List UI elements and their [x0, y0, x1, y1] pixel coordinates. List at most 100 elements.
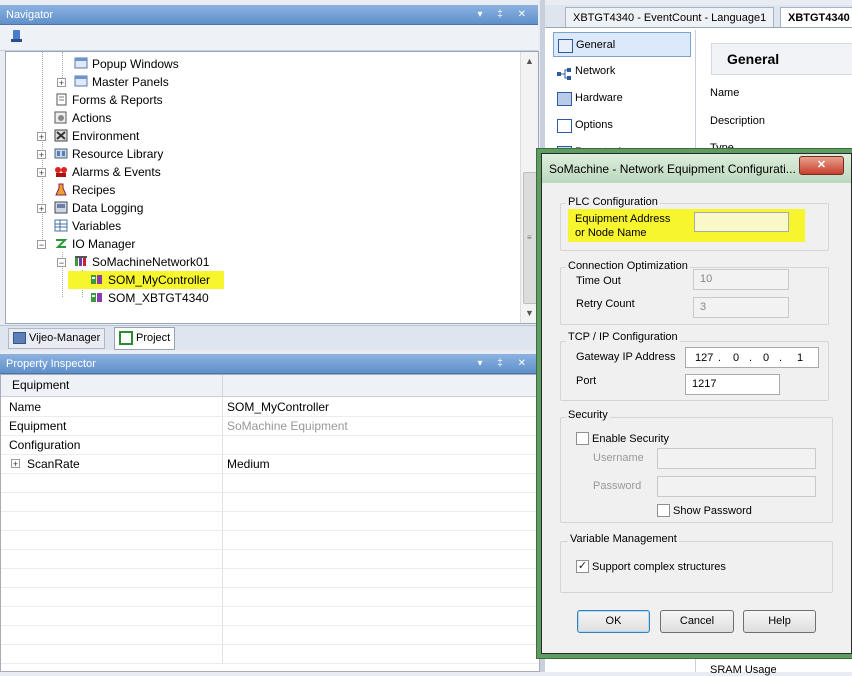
expand-alarms-events[interactable]: +	[37, 168, 46, 178]
password-label: Password	[593, 480, 642, 492]
tab-vijeo-manager[interactable]: Vijeo-Manager	[8, 328, 106, 349]
property-grid[interactable]: Equipment Name SOM_MyController Equipment…	[0, 374, 540, 672]
tab-xbtgt4340[interactable]: XBTGT4340 -	[780, 7, 852, 27]
tree-item-alarms-events[interactable]: Alarms & Events	[54, 163, 161, 181]
label-description: Description	[710, 115, 766, 127]
show-password-checkbox[interactable]	[657, 504, 670, 517]
tree-item-data-logging[interactable]: Data Logging	[54, 199, 143, 217]
property-inspector-title-bar: Property Inspector ▾ ‡ ✕	[0, 354, 538, 374]
expand-data-logging[interactable]: +	[37, 204, 46, 214]
timeout-label: Time Out	[576, 275, 621, 287]
tree-scrollbar[interactable]: ▲ ≡ ▼	[520, 52, 538, 323]
properties-icon[interactable]	[11, 29, 23, 43]
actions-icon	[54, 111, 68, 124]
password-input[interactable]	[657, 476, 816, 497]
port-input[interactable]: 1217	[685, 374, 780, 395]
equipment-address-label-1: Equipment Address	[575, 213, 671, 225]
tree-item-recipes[interactable]: Recipes	[54, 181, 115, 199]
expand-scanrate[interactable]: +	[11, 459, 20, 469]
property-inspector-window-buttons[interactable]: ▾ ‡ ✕	[477, 354, 532, 374]
equipment-address-label-2: or Node Name	[575, 227, 647, 239]
tab-project[interactable]: Project	[114, 327, 176, 350]
retry-count-label: Retry Count	[576, 298, 635, 310]
tree-item-variables[interactable]: Variables	[54, 217, 121, 235]
timeout-input[interactable]: 10	[693, 269, 789, 290]
tree-item-somachine-network[interactable]: SoMachineNetwork01	[74, 253, 209, 271]
support-complex-label: Support complex structures	[592, 561, 726, 573]
label-name: Name	[710, 87, 740, 99]
security-group-label: Security	[566, 409, 610, 421]
plc-group-label: PLC Configuration	[566, 196, 660, 208]
document-tab-bar: XBTGT4340 - EventCount - Language1 XBTGT…	[545, 5, 852, 28]
ip-octet-4[interactable]: 1	[797, 349, 803, 367]
vijeo-manager-icon	[13, 332, 26, 345]
general-heading: General	[727, 51, 780, 67]
expand-resource-library[interactable]: +	[37, 150, 46, 160]
tree-item-actions[interactable]: Actions	[54, 109, 111, 127]
scroll-down-icon[interactable]: ▼	[525, 308, 534, 318]
ip-octet-1[interactable]: 127	[695, 349, 713, 367]
general-icon	[558, 39, 573, 53]
project-icon	[119, 331, 133, 346]
tree-item-io-manager[interactable]: IO Manager	[54, 235, 135, 253]
dialog-close-button[interactable]: ✕	[799, 156, 844, 175]
controller-icon	[90, 291, 104, 304]
help-button[interactable]: Help	[743, 610, 816, 633]
enable-security-checkbox[interactable]	[576, 432, 589, 445]
username-input[interactable]	[657, 448, 816, 469]
navigator-window-buttons[interactable]: ▾ ‡ ✕	[477, 5, 532, 25]
navigator-tab-strip: Vijeo-Manager Project	[0, 325, 538, 350]
expand-environment[interactable]: +	[37, 132, 46, 142]
property-inspector-title: Property Inspector	[6, 358, 96, 370]
property-grid-header: Equipment	[1, 375, 539, 397]
tree-item-som-mycontroller[interactable]: SOM_MyController	[68, 271, 224, 289]
navigator-title: Navigator	[6, 9, 54, 21]
scroll-thumb[interactable]: ≡	[523, 172, 537, 304]
retry-count-input[interactable]: 3	[693, 297, 789, 318]
ok-button[interactable]: OK	[577, 610, 650, 633]
tree-item-popup-windows[interactable]: Popup Windows	[74, 55, 179, 73]
show-password-label: Show Password	[673, 505, 752, 517]
grid-icon	[54, 219, 68, 232]
tree-item-som-xbtgt4340[interactable]: SOM_XBTGT4340	[90, 289, 209, 307]
nav-network[interactable]: Network	[553, 59, 691, 84]
var-group-label: Variable Management	[568, 533, 679, 545]
username-label: Username	[593, 452, 644, 464]
network-equipment-dialog: SoMachine - Network Equipment Configurat…	[541, 153, 852, 654]
collapse-io-manager[interactable]: −	[37, 240, 46, 250]
network-icon	[74, 255, 88, 268]
port-label: Port	[576, 375, 597, 387]
gateway-ip-label: Gateway IP Address	[576, 351, 676, 363]
enable-security-label: Enable Security	[592, 433, 670, 445]
navigator-tree[interactable]: ▲ ≡ ▼ Popup Windows + Master Panels Form…	[5, 51, 539, 324]
tree-item-master-panels[interactable]: Master Panels	[74, 73, 169, 91]
io-icon	[54, 237, 68, 250]
tree-item-environment[interactable]: Environment	[54, 127, 139, 145]
equipment-address-input[interactable]	[694, 212, 789, 232]
navigator-toolbar	[0, 25, 538, 51]
property-row-scanrate[interactable]: + ScanRate Medium	[1, 455, 539, 474]
nav-general[interactable]: General	[553, 32, 691, 57]
support-complex-checkbox[interactable]: ✓	[576, 560, 589, 573]
collapse-somachine-network[interactable]: −	[57, 258, 66, 268]
cancel-button[interactable]: Cancel	[660, 610, 734, 633]
scroll-up-icon[interactable]: ▲	[525, 56, 534, 66]
expand-master-panels[interactable]: +	[57, 78, 66, 88]
property-row-equipment[interactable]: Equipment SoMachine Equipment	[1, 417, 539, 436]
window-icon	[74, 57, 88, 70]
property-row-name[interactable]: Name SOM_MyController	[1, 398, 539, 417]
dialog-title-bar: SoMachine - Network Equipment Configurat…	[542, 154, 851, 183]
navigator-title-bar: Navigator ▾ ‡ ✕	[0, 5, 538, 25]
nav-options[interactable]: Options	[553, 113, 691, 138]
property-row-configuration[interactable]: Configuration	[1, 436, 539, 455]
tcp-group-label: TCP / IP Configuration	[566, 331, 680, 343]
tree-item-forms-reports[interactable]: Forms & Reports	[54, 91, 163, 109]
tree-item-resource-library[interactable]: Resource Library	[54, 145, 163, 163]
ip-octet-2[interactable]: 0	[733, 349, 739, 367]
tab-eventcount[interactable]: XBTGT4340 - EventCount - Language1	[565, 7, 775, 27]
gateway-ip-input[interactable]: 127 . 0 . 0 . 1	[685, 347, 819, 368]
nav-hardware[interactable]: Hardware	[553, 86, 691, 111]
ip-octet-3[interactable]: 0	[763, 349, 769, 367]
library-icon	[54, 147, 68, 160]
dialog-title: SoMachine - Network Equipment Configurat…	[549, 162, 796, 176]
